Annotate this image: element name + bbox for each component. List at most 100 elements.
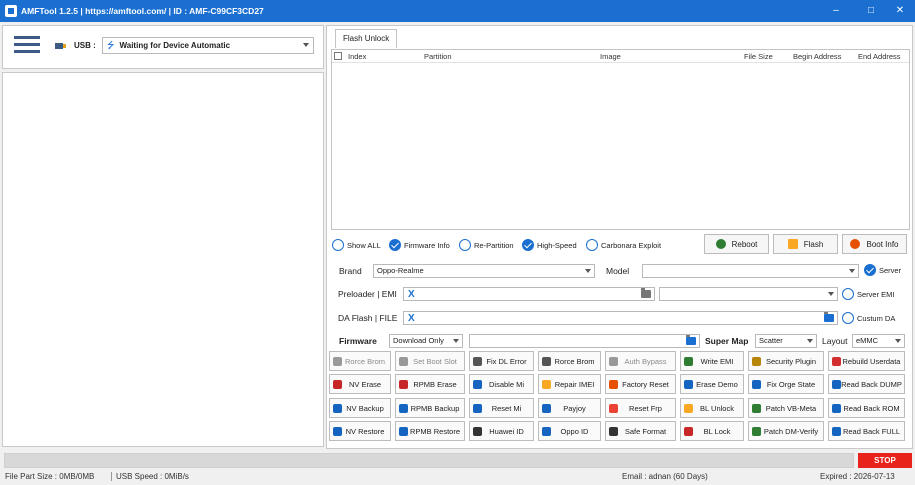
option-show-all[interactable]: Show ALL bbox=[332, 239, 381, 251]
radio-icon bbox=[586, 239, 598, 251]
button-label: RPMB Backup bbox=[410, 403, 460, 413]
patch-dm-verify-button[interactable]: Patch DM-Verify bbox=[748, 421, 824, 441]
server-emi-option[interactable]: Server EMI bbox=[842, 288, 895, 300]
rorce-brom-button[interactable]: Rorce Brom bbox=[329, 351, 391, 371]
button-label: Payjoy bbox=[563, 403, 586, 413]
nv-restore-button[interactable]: NV Restore bbox=[329, 421, 391, 441]
huawei-id-button[interactable]: Huawei ID bbox=[469, 421, 534, 441]
close-button[interactable]: ✕ bbox=[882, 0, 915, 22]
rpmb-restore-button[interactable]: RPMB Restore bbox=[395, 421, 465, 441]
bl-unlock-button[interactable]: BL Unlock bbox=[680, 398, 744, 418]
da-flash-field[interactable]: X bbox=[403, 311, 838, 325]
brush-icon bbox=[473, 379, 482, 389]
fix-orge-state-button[interactable]: Fix Orge State bbox=[748, 374, 824, 394]
option-high-speed[interactable]: High-Speed bbox=[522, 239, 577, 251]
layout-select[interactable]: eMMC bbox=[852, 334, 905, 348]
bl-lock-button[interactable]: BL Lock bbox=[680, 421, 744, 441]
server-option[interactable]: Server bbox=[864, 264, 901, 276]
disable-mi-button[interactable]: Disable Mi bbox=[469, 374, 534, 394]
reset-mi-button[interactable]: Reset Mi bbox=[469, 398, 534, 418]
brand-select[interactable]: Oppo-Realme bbox=[373, 264, 595, 278]
custom-da-label: Custum DA bbox=[857, 313, 896, 323]
column-begin-address[interactable]: Begin Address bbox=[793, 52, 841, 61]
option-re-partition[interactable]: Re-Partition bbox=[459, 239, 514, 251]
brand-value: Oppo-Realme bbox=[377, 266, 424, 275]
app-icon bbox=[5, 5, 17, 17]
device-bar: USB : ⭍ Waiting for Device Automatic bbox=[2, 25, 324, 69]
button-label: Reset Mi bbox=[491, 403, 522, 413]
option-carbonara-exploit[interactable]: Carbonara Exploit bbox=[586, 239, 661, 251]
firmware-mode-select[interactable]: Download Only bbox=[389, 334, 463, 348]
rpmb-erase-button[interactable]: RPMB Erase bbox=[395, 374, 465, 394]
nv-erase-button[interactable]: NV Erase bbox=[329, 374, 391, 394]
read-back-rom-button[interactable]: Read Back ROM bbox=[828, 398, 905, 418]
custom-da-option[interactable]: Custum DA bbox=[842, 312, 895, 324]
super-map-label: Super Map bbox=[705, 336, 749, 346]
usb-port-select[interactable]: ⭍ Waiting for Device Automatic bbox=[102, 37, 314, 54]
menu-icon[interactable] bbox=[14, 36, 40, 58]
partition-table[interactable]: Index Partition Image File Size Begin Ad… bbox=[331, 49, 910, 230]
column-index[interactable]: Index bbox=[348, 52, 366, 61]
erase-demo-button[interactable]: Erase Demo bbox=[680, 374, 744, 394]
folder-icon[interactable] bbox=[686, 335, 696, 345]
option-firmware-info[interactable]: Firmware Info bbox=[389, 239, 450, 251]
flash-button[interactable]: Flash bbox=[773, 234, 838, 254]
select-all-checkbox[interactable] bbox=[334, 52, 342, 60]
oppo-id-button[interactable]: Oppo ID bbox=[538, 421, 601, 441]
stop-button[interactable]: STOP bbox=[858, 453, 912, 468]
button-label: Read Back DUMP bbox=[841, 379, 902, 389]
folder-icon[interactable] bbox=[641, 288, 651, 298]
column-file-size[interactable]: File Size bbox=[744, 52, 773, 61]
repair-imei-button[interactable]: Repair IMEI bbox=[538, 374, 601, 394]
heart-icon bbox=[832, 356, 841, 366]
checked-icon bbox=[864, 264, 876, 276]
factory-reset-button[interactable]: Factory Reset bbox=[605, 374, 676, 394]
boot-info-button[interactable]: Boot Info bbox=[842, 234, 907, 254]
x-icon: X bbox=[408, 313, 415, 324]
user-email: Email : adnan (60 Days) bbox=[622, 472, 708, 481]
column-partition[interactable]: Partition bbox=[424, 52, 452, 61]
layers-icon bbox=[684, 356, 693, 366]
refresh-icon bbox=[715, 239, 726, 249]
minimize-button[interactable]: – bbox=[818, 0, 854, 22]
rpmb-backup-button[interactable]: RPMB Backup bbox=[395, 398, 465, 418]
set-boot-slot-button[interactable]: Set Boot Slot bbox=[395, 351, 465, 371]
emi-select[interactable] bbox=[659, 287, 838, 301]
button-label: Safe Format bbox=[624, 426, 667, 436]
reset-frp-button[interactable]: Reset Frp bbox=[605, 398, 676, 418]
tab-flash-unlock[interactable]: Flash Unlock bbox=[335, 29, 398, 48]
model-select[interactable] bbox=[642, 264, 859, 278]
button-label: Disable Mi bbox=[488, 379, 524, 389]
button-label: Patch DM-Verify bbox=[763, 426, 819, 436]
button-label: BL Lock bbox=[703, 426, 731, 436]
log-panel[interactable] bbox=[2, 72, 324, 447]
reboot-button[interactable]: Reboot bbox=[704, 234, 769, 254]
safe-format-button[interactable]: Safe Format bbox=[605, 421, 676, 441]
chevron-down-icon bbox=[849, 269, 855, 273]
nv-backup-button[interactable]: NV Backup bbox=[329, 398, 391, 418]
super-map-select[interactable]: Scatter bbox=[755, 334, 817, 348]
security-plugin-button[interactable]: Security Plugin bbox=[748, 351, 824, 371]
patch-vb-meta-button[interactable]: Patch VB-Meta bbox=[748, 398, 824, 418]
nv-restore-icon bbox=[333, 426, 342, 436]
read-back-full-button[interactable]: Read Back FULL bbox=[828, 421, 905, 441]
firmware-path-field[interactable] bbox=[469, 334, 700, 348]
preloader-field[interactable]: X bbox=[403, 287, 655, 301]
column-image[interactable]: Image bbox=[600, 52, 621, 61]
button-label: RPMB Erase bbox=[413, 379, 457, 389]
button-label: NV Erase bbox=[348, 379, 382, 389]
folder-icon[interactable] bbox=[824, 312, 834, 322]
payjoy-button[interactable]: Payjoy bbox=[538, 398, 601, 418]
write-emi-button[interactable]: Write EMI bbox=[680, 351, 744, 371]
rpmb-backup-icon bbox=[399, 403, 408, 413]
read-back-dump-button[interactable]: Read Back DUMP bbox=[828, 374, 905, 394]
main-panel: Flash Unlock Index Partition Image File … bbox=[326, 25, 913, 449]
fix-dl-error-button[interactable]: Fix DL Error bbox=[469, 351, 534, 371]
rorce-brom-button[interactable]: Rorce Brom bbox=[538, 351, 601, 371]
column-end-address[interactable]: End Address bbox=[858, 52, 901, 61]
auth-bypass-button[interactable]: Auth Bypass bbox=[605, 351, 676, 371]
rebuild-userdata-button[interactable]: Rebuild Userdata bbox=[828, 351, 905, 371]
huawei-icon bbox=[473, 426, 482, 436]
window-title: AMFTool 1.2.5 | https://amftool.com/ | I… bbox=[21, 6, 264, 16]
expiry-date: Expired : 2026-07-13 bbox=[820, 472, 895, 481]
